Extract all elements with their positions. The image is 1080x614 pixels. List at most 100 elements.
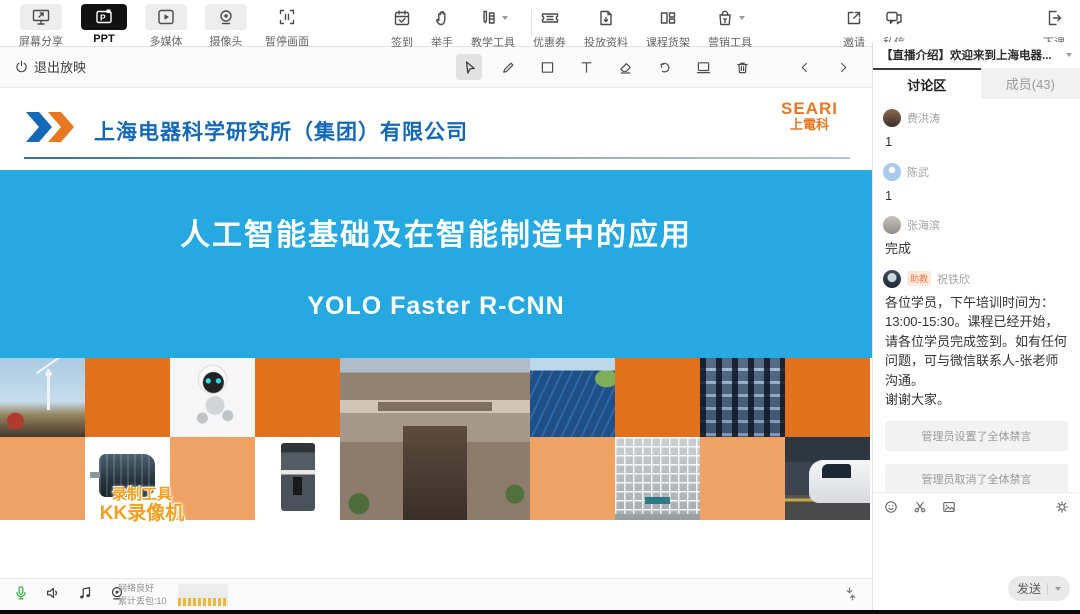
top-toolbar: 屏幕分享 P PPT 多媒体 摄像头 <box>0 0 1080 47</box>
pen-tool-button[interactable] <box>495 54 521 80</box>
chat-message: 助教 祝铁欣 各位学员，下午培训时间为：13:00-15:30。课程已经开始，请… <box>883 270 1070 410</box>
scissors-icon <box>912 499 928 515</box>
send-button[interactable]: 发送 <box>1008 576 1070 601</box>
chat-message: 张海滨 完成 <box>883 216 1070 259</box>
pause-frame-icon <box>266 4 308 30</box>
sender-name: 费洪涛 <box>907 110 940 126</box>
title-banner: 人工智能基础及在智能制造中的应用 YOLO Faster R-CNN <box>0 170 872 358</box>
collapse-panel-button[interactable] <box>842 585 860 603</box>
exit-slideshow-label: 退出放映 <box>34 57 86 76</box>
send-options-caret[interactable] <box>1055 587 1061 591</box>
raise-hand-button[interactable]: 举手 <box>422 0 462 50</box>
multimedia-button[interactable]: 多媒体 <box>136 0 196 49</box>
rectangle-icon <box>539 59 556 76</box>
chevron-right-icon <box>836 60 851 75</box>
raise-hand-icon <box>432 5 452 31</box>
multimedia-icon <box>145 4 187 30</box>
packet-loss-text: 累计丢包:10 <box>118 595 167 608</box>
app-window: 屏幕分享 P PPT 多媒体 摄像头 <box>0 0 1080 614</box>
speaker-button[interactable] <box>44 584 62 602</box>
previous-slide-button[interactable] <box>791 54 817 80</box>
trash-icon <box>734 59 751 76</box>
status-bar: 网络良好 累计丢包:10 <box>0 578 872 610</box>
teaching-tools-button[interactable]: 教学工具 <box>462 0 524 50</box>
system-message: 管理员设置了全体禁言 <box>885 421 1068 451</box>
undo-icon <box>656 59 673 76</box>
text-icon <box>578 59 595 76</box>
pause-frame-button[interactable]: 暂停画面 <box>256 0 318 49</box>
power-icon <box>14 59 29 74</box>
av-controls <box>12 584 126 602</box>
tile-orange <box>615 358 700 437</box>
text-tool-button[interactable] <box>573 54 599 80</box>
system-message: 管理员取消了全体禁言 <box>885 464 1068 493</box>
network-graph <box>178 584 228 606</box>
exit-slideshow-button[interactable]: 退出放映 <box>14 57 86 76</box>
shape-tool-button[interactable] <box>534 54 560 80</box>
whiteboard-button[interactable] <box>690 54 716 80</box>
chat-message: 陈武 1 <box>883 163 1070 206</box>
next-slide-button[interactable] <box>830 54 856 80</box>
camera-button[interactable]: 摄像头 <box>196 0 256 49</box>
live-intro-banner[interactable]: 【直播介绍】欢迎来到上海电器... <box>873 42 1080 68</box>
screen-share-button[interactable]: 屏幕分享 <box>10 0 72 49</box>
photo-building-gate <box>340 358 530 520</box>
company-name: 上海电器科学研究所（集团）有限公司 <box>94 116 468 146</box>
invite-button[interactable]: 邀请 <box>834 0 874 50</box>
message-list[interactable]: 费洪涛 1 陈武 1 张海滨 完成 <box>873 99 1080 492</box>
course-shelf-button[interactable]: 课程货架 <box>637 0 699 50</box>
eraser-icon <box>617 59 634 76</box>
seari-logo-text: SEARI <box>781 100 838 118</box>
chevron-left-icon <box>797 60 812 75</box>
chevron-down-icon <box>502 16 508 20</box>
slide-canvas: 上海电器科学研究所（集团）有限公司 SEARI 上電科 人工智能基础及在智能制造… <box>0 88 872 578</box>
send-row: 发送 <box>1008 576 1070 601</box>
message-text: 1 <box>885 186 1070 206</box>
microphone-button[interactable] <box>12 584 30 602</box>
music-note-icon <box>76 584 94 602</box>
materials-button[interactable]: 投放资料 <box>575 0 637 50</box>
tab-members[interactable]: 成员(43) <box>981 68 1080 99</box>
cursor-icon <box>461 59 478 76</box>
sender-name: 陈武 <box>907 164 929 180</box>
camera-icon <box>205 4 247 30</box>
emoji-button[interactable] <box>883 499 899 515</box>
screenshot-button[interactable] <box>912 499 928 515</box>
end-class-group: 下课 <box>1034 0 1074 47</box>
photo-robot <box>170 358 255 437</box>
private-message-icon <box>884 5 904 31</box>
collapse-icon <box>842 585 860 603</box>
image-icon <box>941 499 957 515</box>
chat-settings-button[interactable] <box>1054 499 1070 515</box>
photo-anechoic-chamber <box>615 437 700 520</box>
tile-orange <box>255 358 340 437</box>
eraser-tool-button[interactable] <box>612 54 638 80</box>
music-button[interactable] <box>76 584 94 602</box>
chevron-down-icon <box>1066 53 1072 57</box>
coupon-icon <box>540 5 560 31</box>
seari-logo: SEARI 上電科 <box>781 100 838 131</box>
message-text: 各位学员，下午培训时间为：13:00-15:30。课程已经开始，请各位学员完成签… <box>885 293 1070 410</box>
seari-logo-chinese: 上電科 <box>781 118 838 132</box>
chat-sidebar: 【直播介绍】欢迎来到上海电器... 讨论区 成员(43) 费洪涛 1 陈武 1 <box>872 42 1080 610</box>
chevron-down-icon <box>739 16 745 20</box>
select-tool-button[interactable] <box>456 54 482 80</box>
speaker-icon <box>44 584 62 602</box>
send-divider <box>1047 583 1048 595</box>
tab-discussion[interactable]: 讨论区 <box>873 68 981 99</box>
marketing-tools-button[interactable]: 营销工具 <box>699 0 761 50</box>
image-button[interactable] <box>941 499 957 515</box>
ppt-button[interactable]: P PPT <box>72 0 136 45</box>
svg-text:P: P <box>100 13 106 23</box>
sign-in-button[interactable]: 签到 <box>382 0 422 50</box>
screen-share-icon <box>20 4 62 30</box>
photo-electric-car <box>785 437 870 520</box>
undo-button[interactable] <box>651 54 677 80</box>
chat-message: 费洪涛 1 <box>883 109 1070 152</box>
materials-icon <box>596 5 616 31</box>
clear-annotations-button[interactable] <box>729 54 755 80</box>
sidebar-tabs: 讨论区 成员(43) <box>873 68 1080 99</box>
avatar <box>883 270 901 288</box>
invite-icon <box>844 5 864 31</box>
gear-icon <box>1054 499 1070 515</box>
